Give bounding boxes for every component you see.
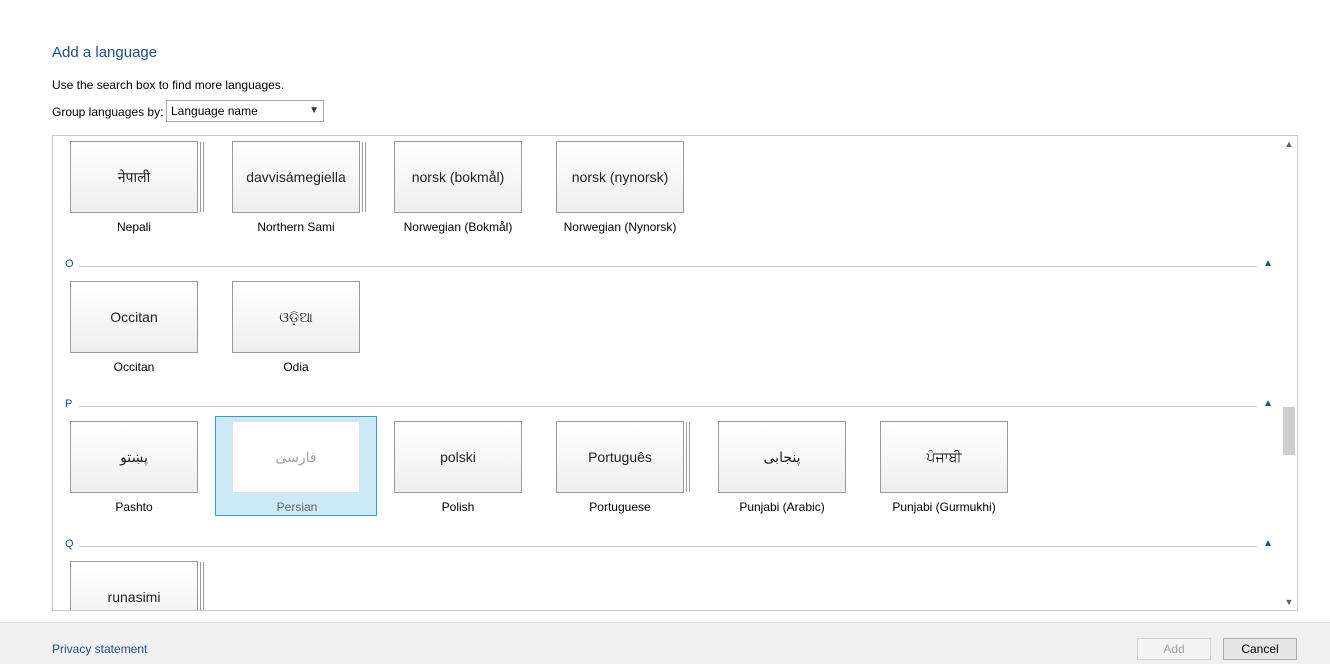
collapse-icon[interactable]: ▲ (1263, 538, 1273, 549)
language-tile-occitan[interactable]: Occitan Occitan (53, 276, 215, 376)
language-list[interactable]: नेपाली Nepali davvisámegiella Northern S… (52, 135, 1298, 611)
privacy-link[interactable]: Privacy statement (52, 642, 147, 656)
language-tile-norwegian-nynorsk[interactable]: norsk (nynorsk) Norwegian (Nynorsk) (539, 136, 701, 236)
section-letter: O (65, 258, 74, 270)
language-name: Northern Sami (257, 220, 335, 234)
language-tile-persian[interactable]: فارسی Persian (215, 416, 377, 516)
language-name: Pashto (115, 500, 153, 514)
section-header-p: P ▲ (65, 398, 1277, 414)
language-tile-polish[interactable]: polski Polish (377, 416, 539, 516)
language-name: Norwegian (Bokmål) (403, 220, 513, 234)
footer-bar: Privacy statement Add Cancel (0, 622, 1330, 664)
language-native-name: norsk (nynorsk) (556, 141, 684, 213)
language-native-name: norsk (bokmål) (394, 141, 522, 213)
group-by-label: Group languages by: (52, 105, 164, 119)
language-native-name: Português (556, 421, 684, 493)
language-tile-odia[interactable]: ଓଡ଼ିଆ Odia (215, 276, 377, 376)
language-native-name: नेपाली (70, 141, 198, 213)
language-native-name: فارسی (232, 421, 360, 493)
language-tile-nepali[interactable]: नेपाली Nepali (53, 136, 215, 236)
scroll-up-icon[interactable]: ▲ (1281, 136, 1297, 152)
language-tile-northern-sami[interactable]: davvisámegiella Northern Sami (215, 136, 377, 236)
language-native-name: ਪੰਜਾਬੀ (880, 421, 1008, 493)
language-native-name: پښتو (70, 421, 198, 493)
collapse-icon[interactable]: ▲ (1263, 398, 1273, 409)
add-button[interactable]: Add (1137, 638, 1211, 660)
language-native-name: پنجابی (718, 421, 846, 493)
section-letter: Q (65, 538, 74, 550)
section-header-q: Q ▲ (65, 538, 1277, 554)
language-name: Nepali (116, 220, 152, 234)
vertical-scrollbar[interactable]: ▲ ▼ (1281, 136, 1297, 610)
section-header-o: O ▲ (65, 258, 1277, 274)
group-by-value: Language name (171, 104, 258, 118)
language-tile-quechua[interactable]: runasimi (53, 556, 215, 610)
language-name: Portuguese (589, 500, 651, 514)
language-native-name: Occitan (70, 281, 198, 353)
language-tile-pashto[interactable]: پښتو Pashto (53, 416, 215, 516)
language-tile-norwegian-bokmal[interactable]: norsk (bokmål) Norwegian (Bokmål) (377, 136, 539, 236)
language-native-name: ଓଡ଼ିଆ (232, 281, 360, 353)
scroll-down-icon[interactable]: ▼ (1281, 594, 1297, 610)
cancel-button[interactable]: Cancel (1223, 638, 1297, 660)
language-native-name: runasimi (70, 561, 198, 610)
language-name: Odia (283, 360, 309, 374)
language-native-name: davvisámegiella (232, 141, 360, 213)
group-by-select[interactable]: Language name ▼ (166, 100, 324, 122)
language-name: Norwegian (Nynorsk) (563, 220, 677, 234)
search-hint: Use the search box to find more language… (52, 78, 285, 92)
language-tile-portuguese[interactable]: Português Portuguese (539, 416, 701, 516)
language-name: Occitan (113, 360, 155, 374)
language-tile-punjabi-gurmukhi[interactable]: ਪੰਜਾਬੀ Punjabi (Gurmukhi) (863, 416, 1025, 516)
section-divider (79, 406, 1257, 407)
section-divider (79, 546, 1257, 547)
language-name: Persian (276, 500, 318, 514)
chevron-down-icon: ▼ (309, 105, 319, 116)
language-native-name: polski (394, 421, 522, 493)
page-title: Add a language (52, 44, 158, 61)
section-divider (79, 266, 1257, 267)
language-name: Punjabi (Gurmukhi) (892, 500, 996, 514)
language-name: Polish (441, 500, 475, 514)
scrollbar-thumb[interactable] (1283, 407, 1295, 455)
collapse-icon[interactable]: ▲ (1263, 258, 1273, 269)
language-name: Punjabi (Arabic) (739, 500, 825, 514)
language-tile-punjabi-arabic[interactable]: پنجابی Punjabi (Arabic) (701, 416, 863, 516)
section-letter: P (65, 398, 73, 410)
